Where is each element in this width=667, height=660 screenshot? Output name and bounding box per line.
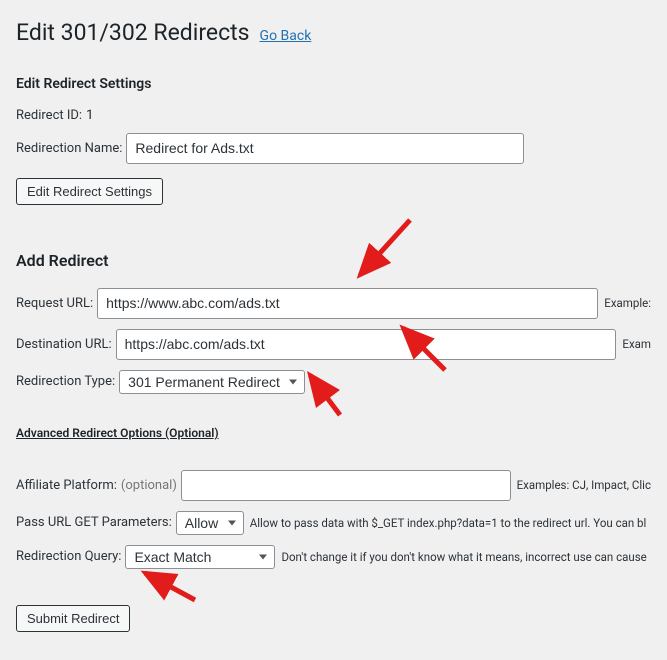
request-url-input[interactable] bbox=[97, 288, 598, 319]
redirect-id-value: 1 bbox=[86, 108, 93, 123]
redirection-type-label: Redirection Type: bbox=[16, 374, 115, 389]
redirect-id-label: Redirect ID: bbox=[16, 108, 82, 123]
destination-url-input[interactable] bbox=[116, 329, 617, 360]
affiliate-hint: Examples: CJ, Impact, Clic bbox=[517, 478, 651, 492]
redirection-name-input[interactable] bbox=[126, 133, 524, 164]
submit-redirect-button[interactable]: Submit Redirect bbox=[16, 605, 130, 632]
redirection-type-select[interactable]: 301 Permanent Redirect bbox=[119, 370, 305, 394]
pass-get-hint: Allow to pass data with $_GET index.php?… bbox=[250, 516, 647, 530]
redirection-name-label: Redirection Name: bbox=[16, 141, 122, 156]
request-url-hint: Example: bbox=[604, 296, 651, 310]
affiliate-platform-label: Affiliate Platform: bbox=[16, 478, 117, 493]
go-back-link[interactable]: Go Back bbox=[260, 28, 312, 44]
pass-get-select[interactable]: Allow bbox=[176, 511, 244, 535]
redirection-query-label: Redirection Query: bbox=[16, 549, 121, 564]
advanced-options-heading: Advanced Redirect Options (Optional) bbox=[16, 426, 651, 440]
edit-redirect-settings-button[interactable]: Edit Redirect Settings bbox=[16, 178, 163, 205]
page-title: Edit 301/302 Redirects bbox=[16, 18, 250, 48]
destination-url-hint: Exam bbox=[622, 337, 651, 351]
affiliate-optional-text: (optional) bbox=[121, 478, 177, 493]
destination-url-label: Destination URL: bbox=[16, 337, 112, 352]
redirection-query-select[interactable]: Exact Match bbox=[125, 545, 275, 569]
pass-get-label: Pass URL GET Parameters: bbox=[16, 515, 172, 530]
edit-settings-heading: Edit Redirect Settings bbox=[16, 76, 651, 92]
redirection-query-hint: Don't change it if you don't know what i… bbox=[281, 550, 646, 564]
add-redirect-heading: Add Redirect bbox=[16, 251, 651, 270]
affiliate-platform-input[interactable] bbox=[181, 470, 511, 501]
request-url-label: Request URL: bbox=[16, 296, 93, 311]
